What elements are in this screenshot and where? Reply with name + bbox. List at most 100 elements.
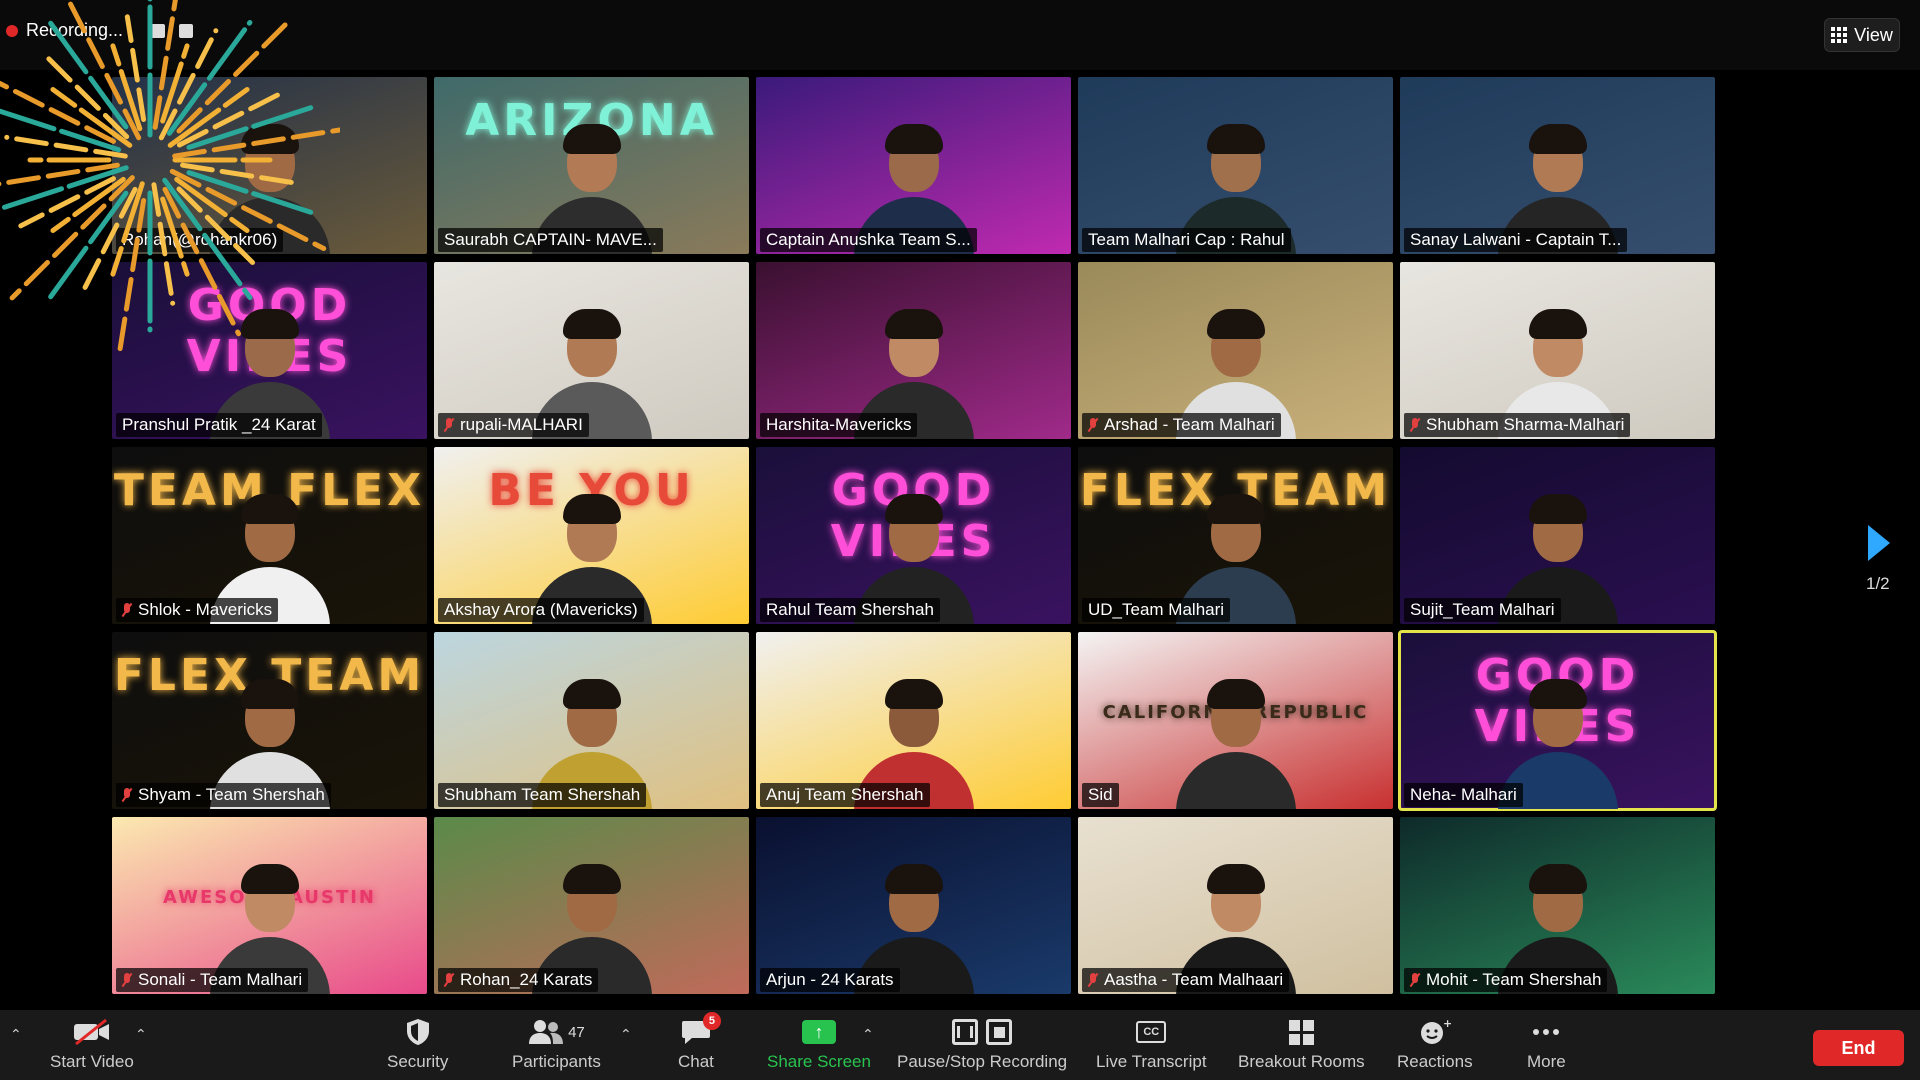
video-tile[interactable]: FLEX TEAM Shyam - Team Shershah [112, 632, 427, 809]
video-tile[interactable]: FLEX TEAM UD_Team Malhari [1078, 447, 1393, 624]
share-options-caret-icon[interactable]: ⌃ [862, 1026, 874, 1043]
video-tile[interactable]: GOOD VIBESNeha- Malhari [1398, 630, 1717, 811]
participant-name-tag: Sonali - Team Malhari [116, 968, 309, 992]
svg-text:+: + [1443, 1018, 1451, 1030]
chat-badge: 5 [702, 1012, 721, 1030]
recording-label: Recording... [26, 20, 124, 40]
pause-recording-icon[interactable] [151, 23, 166, 38]
firework-ray [0, 165, 129, 212]
video-tile[interactable]: GOOD VIBESPranshul Pratik _24 Karat [112, 262, 427, 439]
participant-name-tag: Neha- Malhari [1404, 783, 1523, 807]
participant-name: Saurabh CAPTAIN- MAVE... [444, 230, 657, 249]
participant-name: Sanay Lalwani - Captain T... [1410, 230, 1622, 249]
muted-mic-icon [1088, 418, 1098, 432]
recording-indicator[interactable]: Recording... [6, 20, 194, 41]
participant-name: Arjun - 24 Karats [766, 970, 894, 989]
participant-name: rupali-MALHARI [460, 415, 583, 434]
chat-icon: 5 [681, 1012, 721, 1046]
video-options-caret-icon[interactable]: ⌃ [135, 1026, 147, 1043]
participant-name: Sid [1088, 785, 1113, 804]
video-tile[interactable]: Sujit_Team Malhari [1400, 447, 1715, 624]
video-tile[interactable]: ARIZONA Saurabh CAPTAIN- MAVE... [434, 77, 749, 254]
video-tile[interactable]: BE YOU Akshay Arora (Mavericks) [434, 447, 749, 624]
more-button[interactable]: More [1527, 1018, 1566, 1072]
share-screen-icon: ↑ [801, 1018, 836, 1046]
muted-mic-icon [444, 418, 454, 432]
pause-stop-recording-button[interactable]: Pause/Stop Recording [897, 1018, 1067, 1072]
audio-options-caret-icon[interactable]: ⌃ [10, 1026, 22, 1043]
participant-name-tag: UD_Team Malhari [1082, 598, 1231, 622]
participant-name-tag: Mohit - Team Shershah [1404, 968, 1608, 992]
pause-stop-label: Pause/Stop Recording [897, 1052, 1068, 1071]
video-tile[interactable]: GOOD VIBESRahul Team Shershah [756, 447, 1071, 624]
security-label: Security [387, 1052, 449, 1071]
participant-name: Shubham Team Shershah [444, 785, 641, 804]
video-tile[interactable]: TEAM FLEX Shlok - Mavericks [112, 447, 427, 624]
participant-name-tag: Sujit_Team Malhari [1404, 598, 1561, 622]
firework-ray [18, 176, 116, 229]
participant-name: Team Malhari Cap : Rahul [1088, 230, 1285, 249]
participants-count: 47 [568, 1023, 585, 1041]
pause-icon [952, 1019, 979, 1045]
video-tile[interactable]: Anuj Team Shershah [756, 632, 1071, 809]
participant-name: Sujit_Team Malhari [1410, 600, 1555, 619]
start-video-button[interactable]: Start Video [50, 1018, 134, 1072]
live-transcript-button[interactable]: CC Live Transcript [1096, 1018, 1207, 1072]
live-transcript-label: Live Transcript [1096, 1052, 1207, 1071]
view-button[interactable]: View [1824, 18, 1900, 52]
participant-name-tag: Shubham Sharma-Malhari [1404, 413, 1631, 437]
meeting-toolbar: ⌃ Start Video ⌃ Security 47 Participants… [0, 1010, 1920, 1080]
participants-label: Participants [512, 1052, 601, 1071]
security-button[interactable]: Security [387, 1018, 448, 1072]
participant-name: Harshita-Mavericks [766, 415, 912, 434]
grid-view-icon [1831, 27, 1848, 43]
participants-icon: 47 [528, 1018, 585, 1046]
participants-options-caret-icon[interactable]: ⌃ [620, 1026, 632, 1043]
video-tile[interactable]: Rohan(@rohankr06) [112, 77, 427, 254]
end-meeting-button[interactable]: End [1813, 1030, 1904, 1066]
participant-name: Pranshul Pratik _24 Karat [122, 415, 316, 434]
video-gallery: Rohan(@rohankr06) ARIZONA Saurabh CAPTAIN-… [112, 77, 1717, 994]
video-tile[interactable]: Shubham Sharma-Malhari [1400, 262, 1715, 439]
chat-button[interactable]: 5 Chat [678, 1012, 721, 1072]
participant-name: Shlok - Mavericks [138, 600, 273, 619]
video-tile[interactable]: Team Malhari Cap : Rahul [1078, 77, 1393, 254]
participant-name-tag: Rohan(@rohankr06) [116, 228, 284, 252]
firework-ray [0, 80, 116, 144]
video-tile[interactable]: rupali-MALHARI [434, 262, 749, 439]
participant-name: Arshad - Team Malhari [1104, 415, 1275, 434]
participant-name-tag: Captain Anushka Team S... [760, 228, 977, 252]
video-tile[interactable]: Mohit - Team Shershah [1400, 817, 1715, 994]
video-tile[interactable]: Aastha - Team Malhaari [1078, 817, 1393, 994]
stop-recording-icon[interactable] [179, 23, 194, 38]
next-page-arrow-icon[interactable] [1868, 525, 1890, 561]
video-tile[interactable]: Arjun - 24 Karats [756, 817, 1071, 994]
more-label: More [1527, 1052, 1566, 1071]
video-tile[interactable]: AWESOME AUSTIN Sonali - Team Malhari [112, 817, 427, 994]
participant-name-tag: Harshita-Mavericks [760, 413, 918, 437]
pause-stop-icon [952, 1018, 1013, 1046]
stop-icon [986, 1019, 1013, 1045]
video-tile[interactable]: Shubham Team Shershah [434, 632, 749, 809]
reactions-button[interactable]: + Reactions [1397, 1018, 1473, 1072]
muted-mic-icon [444, 973, 454, 987]
video-tile[interactable]: Sanay Lalwani - Captain T... [1400, 77, 1715, 254]
closed-caption-icon: CC [1136, 1018, 1167, 1046]
participant-name-tag: Shubham Team Shershah [438, 783, 647, 807]
participant-name-tag: Shlok - Mavericks [116, 598, 279, 622]
participant-name-tag: Pranshul Pratik _24 Karat [116, 413, 322, 437]
video-tile[interactable]: Arshad - Team Malhari [1078, 262, 1393, 439]
breakout-rooms-button[interactable]: Breakout Rooms [1238, 1018, 1365, 1072]
firework-ray [4, 134, 128, 159]
participants-button[interactable]: 47 Participants [512, 1018, 601, 1072]
video-tile[interactable]: Harshita-Mavericks [756, 262, 1071, 439]
video-tile[interactable]: Rohan_24 Karats [434, 817, 749, 994]
share-screen-button[interactable]: ↑ Share Screen [767, 1018, 871, 1072]
video-tile[interactable]: CALIFORNIA REPUBLIC Sid [1078, 632, 1393, 809]
participant-name: Shubham Sharma-Malhari [1426, 415, 1625, 434]
view-label: View [1854, 24, 1893, 45]
video-tile[interactable]: Captain Anushka Team S... [756, 77, 1071, 254]
participant-name-tag: Arjun - 24 Karats [760, 968, 900, 992]
start-video-label: Start Video [50, 1052, 134, 1071]
participant-name-tag: Aastha - Team Malhaari [1082, 968, 1290, 992]
